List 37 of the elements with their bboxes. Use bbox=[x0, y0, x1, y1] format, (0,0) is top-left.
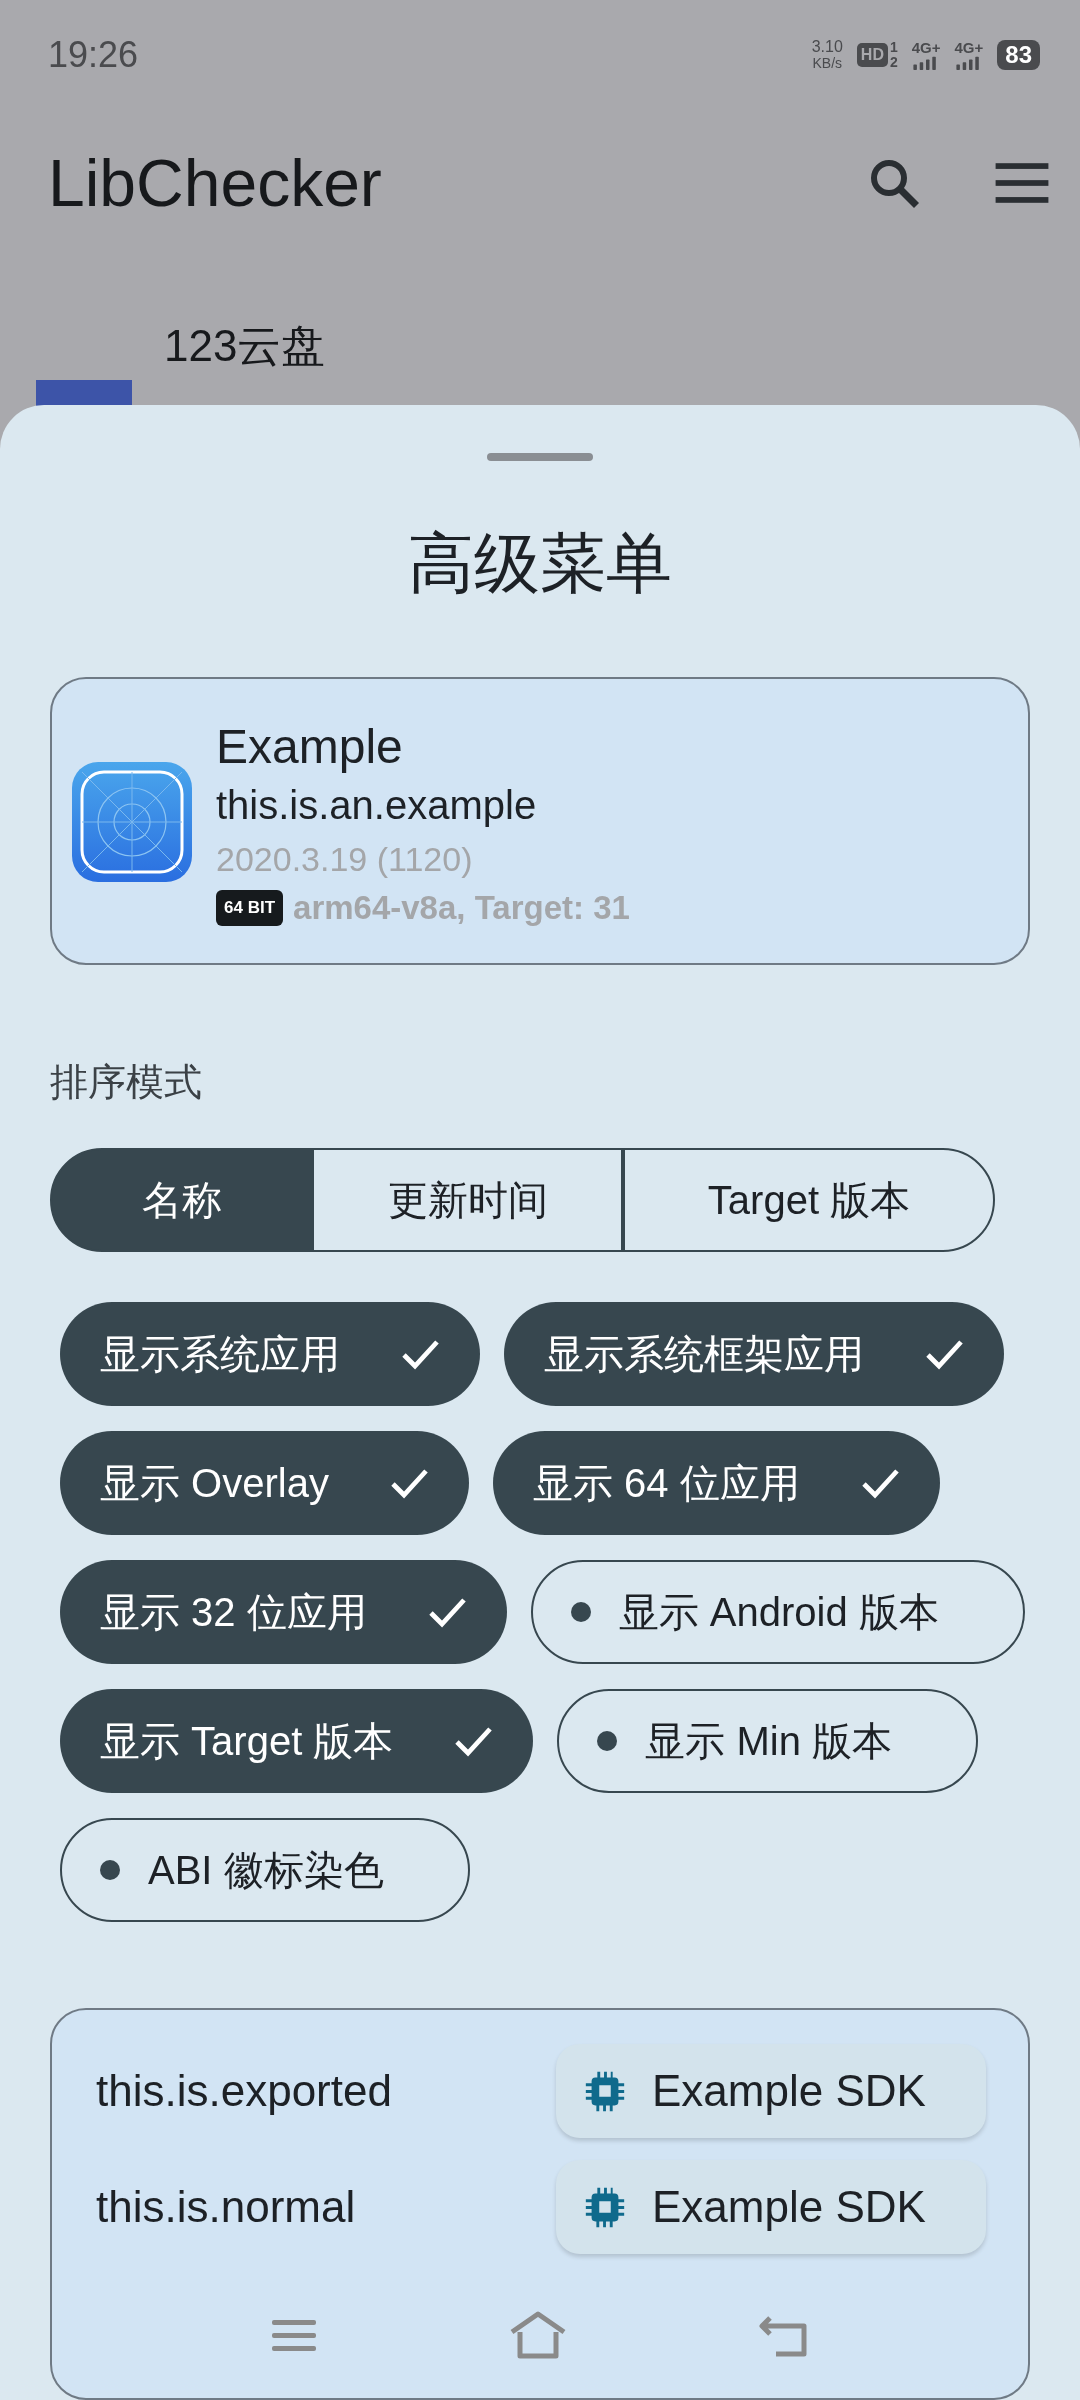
filter-chip[interactable]: 显示 Overlay bbox=[60, 1431, 469, 1536]
home-icon[interactable] bbox=[508, 2310, 568, 2362]
network-type: 4G+ bbox=[911, 40, 941, 56]
abi-badge: 64 BIT bbox=[216, 889, 284, 926]
filter-chip[interactable]: 显示 Android 版本 bbox=[530, 1560, 1025, 1665]
app-name: 123云盘 bbox=[164, 320, 326, 372]
drag-handle[interactable] bbox=[487, 453, 593, 461]
version-text: 2020.3.19 (1120) bbox=[216, 838, 474, 880]
sim-slot-number: 1 bbox=[889, 40, 898, 55]
menu-icon[interactable] bbox=[994, 160, 1050, 205]
app-icon bbox=[72, 761, 192, 882]
app-name: Example bbox=[216, 718, 404, 775]
section-label: 排序模式 bbox=[50, 1059, 203, 1105]
filter-chip[interactable]: ABI 徽标染色 bbox=[60, 1818, 470, 1923]
status-time: 19:26 bbox=[48, 34, 139, 76]
hd-badge: HD bbox=[856, 43, 888, 67]
filter-chip[interactable]: 显示 Min 版本 bbox=[557, 1689, 979, 1794]
filter-chip[interactable]: 显示 64 位应用 bbox=[492, 1431, 940, 1536]
network-type: 4G+ bbox=[954, 40, 984, 56]
sim-slot-number: 2 bbox=[889, 55, 898, 70]
network-speed: 3.10 KB/s bbox=[811, 39, 843, 71]
filter-chip[interactable]: 显示系统应用 bbox=[60, 1302, 480, 1407]
component-name: this.is.normal bbox=[96, 2182, 356, 2233]
package-name: this.is.an.example bbox=[216, 781, 538, 829]
sdk-chip[interactable]: Example SDK bbox=[556, 2044, 986, 2139]
sheet-title: 高级菜单 bbox=[407, 524, 673, 602]
filter-chip[interactable]: 显示系统框架应用 bbox=[504, 1302, 1004, 1407]
filter-chip[interactable]: 显示 32 位应用 bbox=[60, 1560, 507, 1665]
component-name: this.is.exported bbox=[96, 2066, 392, 2117]
abi-text: arm64-v8a, Target: 31 bbox=[293, 888, 630, 927]
sort-mode-tab[interactable]: 名称 bbox=[50, 1147, 314, 1253]
filter-chip[interactable]: 显示 Target 版本 bbox=[60, 1689, 534, 1794]
sort-mode-tab[interactable]: Target 版本 bbox=[623, 1147, 995, 1253]
sort-mode-tab[interactable]: 更新时间 bbox=[314, 1147, 623, 1253]
battery-indicator: 83 bbox=[997, 40, 1040, 70]
sdk-chip[interactable]: Example SDK bbox=[556, 2160, 986, 2255]
app-title: LibChecker bbox=[48, 144, 383, 221]
